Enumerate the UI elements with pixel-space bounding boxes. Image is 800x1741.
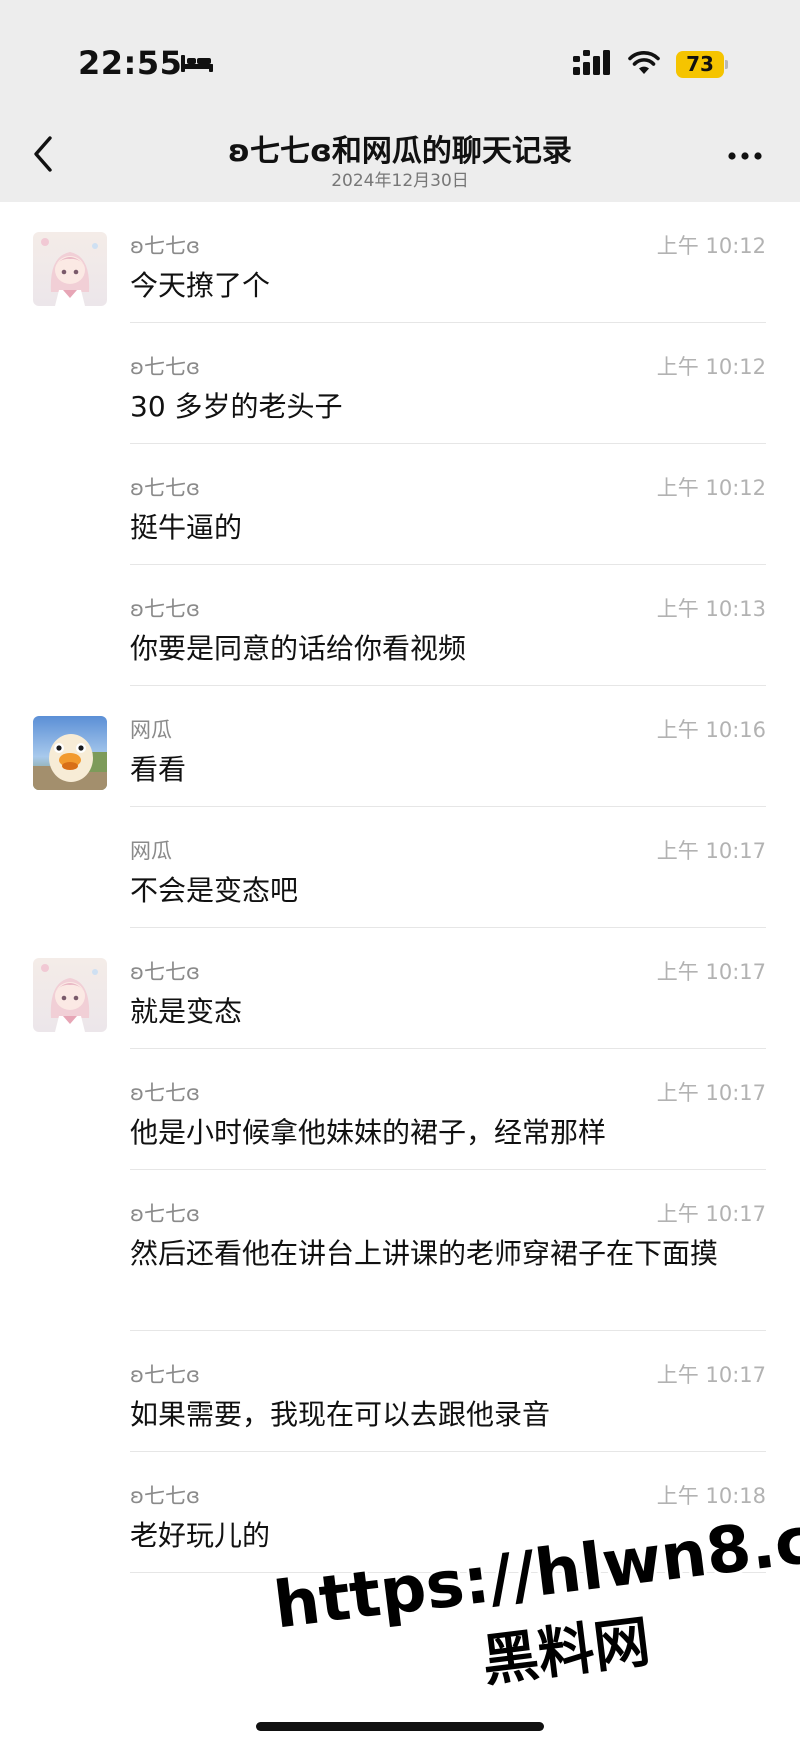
message-text: 30 多岁的老头子 — [130, 390, 343, 423]
message-text: 然后还看他在讲台上讲课的老师穿裙子在下面摸 — [130, 1237, 719, 1270]
message-sender: ʚ七七ɞ — [130, 1202, 200, 1226]
navigation-bar: ʚ七七ɞ和网瓜的聊天记录 2024年12月30日 — [0, 110, 800, 202]
chat-record-title: ʚ七七ɞ和网瓜的聊天记录 — [228, 134, 572, 169]
avatar-duck[interactable] — [33, 716, 107, 790]
message-text: 不会是变态吧 — [130, 874, 299, 907]
battery-level: 73 — [676, 51, 724, 78]
sleep-focus-icon — [181, 55, 213, 72]
message-time: 上午 10:12 — [656, 355, 766, 379]
message-time: 上午 10:12 — [656, 476, 766, 500]
message-sender: 网瓜 — [130, 839, 172, 863]
chat-record-date: 2024年12月30日 — [331, 171, 469, 191]
message-item[interactable]: ʚ七七ɞ 上午 10:12 30 多岁的老头子 — [0, 323, 800, 444]
message-item[interactable]: ʚ七七ɞ 上午 10:17 如果需要，我现在可以去跟他录音 — [0, 1331, 800, 1452]
cellular-signal-icon — [573, 50, 610, 75]
message-time: 上午 10:13 — [656, 597, 766, 621]
message-time: 上午 10:17 — [656, 839, 766, 863]
message-sender: ʚ七七ɞ — [130, 355, 200, 379]
message-sender: ʚ七七ɞ — [130, 234, 200, 258]
status-time: 22:55 — [78, 44, 183, 82]
message-sender: ʚ七七ɞ — [130, 597, 200, 621]
message-text: 挺牛逼的 — [130, 511, 243, 544]
message-time: 上午 10:18 — [656, 1484, 766, 1508]
message-text: 今天撩了个 — [130, 269, 271, 302]
message-text: 就是变态 — [130, 995, 243, 1028]
more-options-icon[interactable] — [726, 150, 764, 162]
message-list: ʚ七七ɞ 上午 10:12 今天撩了个 ʚ七七ɞ 上午 10:12 30 多岁的老头子 ʚ七… — [0, 202, 800, 1573]
header: 22:55 73 ʚ七七ɞ和网瓜的聊天记录 2024年12月30日 — [0, 0, 800, 202]
wifi-icon — [628, 51, 660, 74]
message-sender: ʚ七七ɞ — [130, 1081, 200, 1105]
message-time: 上午 10:17 — [656, 960, 766, 984]
message-sender: ʚ七七ɞ — [130, 960, 200, 984]
message-item[interactable]: ʚ七七ɞ 上午 10:12 挺牛逼的 — [0, 444, 800, 565]
message-sender: ʚ七七ɞ — [130, 1363, 200, 1387]
message-text: 看看 — [130, 753, 187, 786]
battery-indicator: 73 — [676, 51, 728, 78]
message-item[interactable]: ʚ七七ɞ 上午 10:12 今天撩了个 — [0, 202, 800, 323]
message-text: 你要是同意的话给你看视频 — [130, 632, 467, 665]
message-sender: ʚ七七ɞ — [130, 1484, 200, 1508]
battery-tip — [725, 60, 728, 69]
home-indicator — [256, 1722, 544, 1731]
message-sender: ʚ七七ɞ — [130, 476, 200, 500]
message-time: 上午 10:17 — [656, 1363, 766, 1387]
message-item[interactable]: ʚ七七ɞ 上午 10:17 就是变态 — [0, 928, 800, 1049]
avatar-anime-girl[interactable] — [33, 232, 107, 306]
message-item[interactable]: ʚ七七ɞ 上午 10:17 他是小时候拿他妹妹的裙子，经常那样 — [0, 1049, 800, 1170]
message-text: 他是小时候拿他妹妹的裙子，经常那样 — [130, 1116, 607, 1149]
avatar-anime-girl[interactable] — [33, 958, 107, 1032]
message-time: 上午 10:17 — [656, 1081, 766, 1105]
message-sender: 网瓜 — [130, 718, 172, 742]
message-text: 如果需要，我现在可以去跟他录音 — [130, 1398, 551, 1431]
message-item[interactable]: ʚ七七ɞ 上午 10:13 你要是同意的话给你看视频 — [0, 565, 800, 686]
message-item[interactable]: 网瓜 上午 10:17 不会是变态吧 — [0, 807, 800, 928]
message-time: 上午 10:12 — [656, 234, 766, 258]
status-bar: 22:55 73 — [0, 0, 800, 110]
message-item[interactable]: 网瓜 上午 10:16 看看 — [0, 686, 800, 807]
message-time: 上午 10:17 — [656, 1202, 766, 1226]
message-item[interactable]: ʚ七七ɞ 上午 10:17 然后还看他在讲台上讲课的老师穿裙子在下面摸 — [0, 1170, 800, 1331]
message-time: 上午 10:16 — [656, 718, 766, 742]
